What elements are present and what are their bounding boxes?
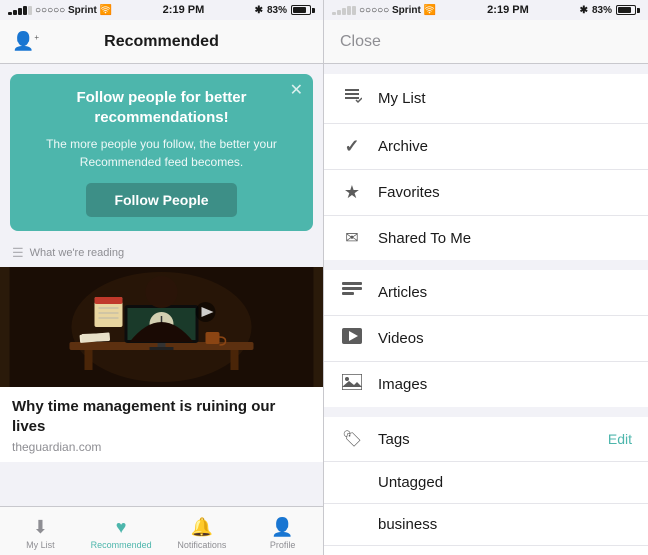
recommended-icon: ♥ xyxy=(116,517,127,538)
images-menu-icon xyxy=(340,374,364,395)
time-left: 2:19 PM xyxy=(163,4,205,16)
battery-pct-right: 83% xyxy=(592,5,612,16)
promo-title: Follow people for better recommendations… xyxy=(26,88,297,127)
battery-pct-left: 83% xyxy=(267,5,287,16)
my-list-menu-label: My List xyxy=(378,90,632,107)
nav-my-list[interactable]: ⬇ My List xyxy=(0,513,81,550)
carrier-name-right: ○○○○○ Sprint xyxy=(359,5,421,16)
signal-dots-right xyxy=(332,6,356,15)
menu-item-shared[interactable]: ✉ Shared To Me xyxy=(324,216,648,260)
status-bar-right: ○○○○○ Sprint 🛜 2:19 PM ✱ 83% xyxy=(324,0,648,20)
notifications-icon: 🔔 xyxy=(191,517,213,538)
promo-description: The more people you follow, the better y… xyxy=(26,135,297,171)
articles-menu-icon xyxy=(340,282,364,303)
signal-dots-left xyxy=(8,6,32,15)
carrier-left: ○○○○○ Sprint 🛜 xyxy=(8,5,112,16)
page-title: Recommended xyxy=(104,33,219,51)
favorites-menu-icon: ★ xyxy=(340,182,364,203)
menu-item-images[interactable]: Images xyxy=(324,362,648,407)
reading-icon: ☰ xyxy=(12,245,24,261)
right-panel: ○○○○○ Sprint 🛜 2:19 PM ✱ 83% Close xyxy=(324,0,648,555)
close-promo-button[interactable]: ✕ xyxy=(290,80,303,100)
wifi-icon-left: 🛜 xyxy=(100,5,112,16)
right-menu-scroll: My List ✓ Archive ★ Favorites ✉ Shared T… xyxy=(324,64,648,555)
videos-menu-label: Videos xyxy=(378,330,632,347)
nav-recommended-label: Recommended xyxy=(91,540,152,550)
articles-menu-label: Articles xyxy=(378,284,632,301)
bottom-navigation: ⬇ My List ♥ Recommended 🔔 Notifications … xyxy=(0,506,323,555)
status-bar-left: ○○○○○ Sprint 🛜 2:19 PM ✱ 83% xyxy=(0,0,323,20)
right-icons-left: ✱ 83% xyxy=(255,5,315,16)
article-card-body: Why time management is ruining our lives… xyxy=(0,387,323,462)
right-nav-header: Close xyxy=(324,20,648,64)
menu-item-videos[interactable]: Videos xyxy=(324,316,648,362)
section-label-text: What we're reading xyxy=(30,247,124,259)
my-list-icon: ⬇ xyxy=(33,517,48,538)
tag-item-business[interactable]: business xyxy=(324,504,648,546)
promo-card: ✕ Follow people for better recommendatio… xyxy=(10,74,313,231)
article-title: Why time management is ruining our lives xyxy=(12,397,311,436)
bluetooth-icon-left: ✱ xyxy=(255,5,263,16)
carrier-name-left: ○○○○○ Sprint xyxy=(35,5,97,16)
wifi-icon-right: 🛜 xyxy=(424,5,436,16)
images-menu-label: Images xyxy=(378,376,632,393)
menu-item-my-list[interactable]: My List xyxy=(324,74,648,124)
nav-recommended[interactable]: ♥ Recommended xyxy=(81,513,162,550)
favorites-menu-label: Favorites xyxy=(378,184,632,201)
follow-people-button[interactable]: Follow People xyxy=(86,183,236,217)
battery-right xyxy=(616,5,640,15)
nav-profile[interactable]: 👤 Profile xyxy=(242,513,323,550)
tags-title: Tags xyxy=(378,431,594,448)
menu-group-1: My List ✓ Archive ★ Favorites ✉ Shared T… xyxy=(324,74,648,260)
nav-notifications[interactable]: 🔔 Notifications xyxy=(162,513,243,550)
videos-menu-icon xyxy=(340,328,364,349)
tags-header: 🏷 Tags Edit xyxy=(324,417,648,462)
menu-group-2: Articles Videos Images xyxy=(324,270,648,407)
battery-left xyxy=(291,5,315,15)
menu-item-articles[interactable]: Articles xyxy=(324,270,648,316)
time-right: 2:19 PM xyxy=(487,4,529,16)
tags-edit-button[interactable]: Edit xyxy=(608,431,632,447)
article-source: theguardian.com xyxy=(12,440,311,454)
tag-header-icon: 🏷 xyxy=(340,429,364,449)
nav-my-list-label: My List xyxy=(26,540,55,550)
tag-item-untagged[interactable]: Untagged xyxy=(324,462,648,504)
article-image xyxy=(0,267,323,387)
shared-menu-label: Shared To Me xyxy=(378,230,632,247)
nav-profile-label: Profile xyxy=(270,540,296,550)
archive-menu-label: Archive xyxy=(378,138,632,155)
tag-item-electronics[interactable]: electronics xyxy=(324,546,648,555)
add-user-icon[interactable]: 👤+ xyxy=(12,31,39,52)
bluetooth-icon-right: ✱ xyxy=(580,5,588,16)
section-label: ☰ What we're reading xyxy=(0,239,323,267)
close-button[interactable]: Close xyxy=(340,33,381,51)
archive-menu-icon: ✓ xyxy=(340,136,364,157)
article-card[interactable]: Why time management is ruining our lives… xyxy=(0,267,323,462)
menu-item-archive[interactable]: ✓ Archive xyxy=(324,124,648,170)
tags-section: 🏷 Tags Edit Untagged business electronic… xyxy=(324,417,648,555)
left-panel: ○○○○○ Sprint 🛜 2:19 PM ✱ 83% 👤+ Recommen… xyxy=(0,0,324,555)
nav-notifications-label: Notifications xyxy=(177,540,226,550)
menu-item-favorites[interactable]: ★ Favorites xyxy=(324,170,648,216)
carrier-right: ○○○○○ Sprint 🛜 xyxy=(332,5,436,16)
right-icons-right: ✱ 83% xyxy=(580,5,640,16)
profile-icon: 👤 xyxy=(271,517,293,538)
left-nav-header: 👤+ Recommended xyxy=(0,20,323,64)
shared-menu-icon: ✉ xyxy=(340,228,364,248)
my-list-menu-icon xyxy=(340,86,364,111)
